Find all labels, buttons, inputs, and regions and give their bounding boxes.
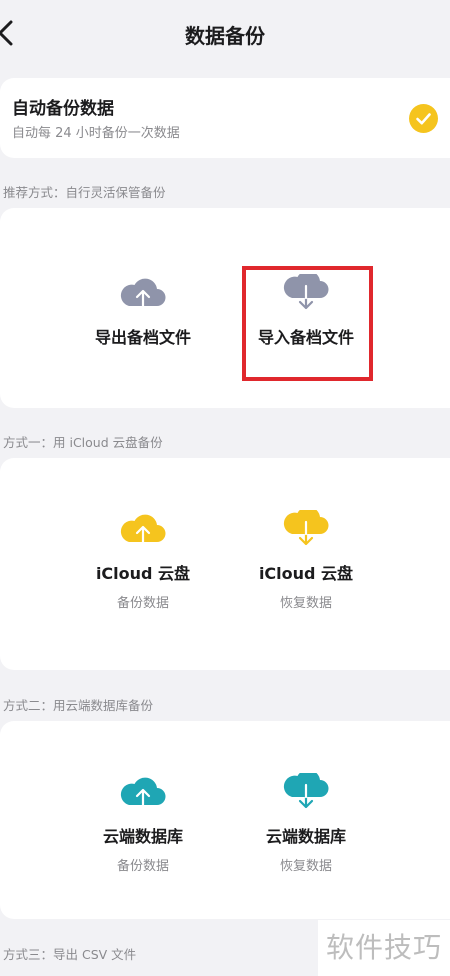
cloud-upload-icon (119, 274, 167, 314)
highlight-box (242, 266, 373, 381)
section-heading-csv: 方式三：导出 CSV 文件 (3, 947, 137, 962)
section-heading-cloud-database: 方式二：用云端数据库备份 (3, 698, 154, 713)
cloud-database-backup-option[interactable]: 云端数据库 备份数据 (73, 773, 213, 874)
option-sublabel: 恢复数据 (279, 596, 332, 611)
cloud-upload-icon (119, 510, 167, 550)
option-label: iCloud 云盘 (258, 564, 354, 583)
section-heading-recommended: 推荐方式：自行灵活保管备份 (3, 185, 166, 200)
cloud-download-icon (282, 510, 330, 550)
icloud-card: iCloud 云盘 备份数据 iCloud 云盘 恢复数据 (0, 458, 450, 670)
page-title: 数据备份 (185, 24, 265, 48)
cloud-upload-icon (119, 773, 167, 813)
auto-backup-card[interactable]: 自动备份数据 自动每 24 小时备份一次数据 (0, 78, 450, 158)
recommended-card: 导出备档文件 导入备档文件 (0, 208, 450, 408)
option-label: iCloud 云盘 (95, 564, 191, 583)
auto-backup-toggle[interactable] (409, 104, 438, 133)
option-sublabel: 备份数据 (116, 859, 169, 874)
cloud-database-restore-option[interactable]: 云端数据库 恢复数据 (236, 773, 376, 874)
auto-backup-title: 自动备份数据 (12, 99, 114, 119)
option-label: 导出备档文件 (94, 328, 191, 347)
auto-backup-subtitle: 自动每 24 小时备份一次数据 (12, 126, 180, 141)
option-sublabel: 备份数据 (116, 596, 169, 611)
icloud-backup-option[interactable]: iCloud 云盘 备份数据 (73, 510, 213, 611)
navigation-bar: 数据备份 (0, 0, 450, 62)
cloud-download-icon (282, 773, 330, 813)
watermark: 软件技巧 (318, 920, 450, 976)
option-label: 云端数据库 (265, 827, 346, 846)
export-backup-option[interactable]: 导出备档文件 (73, 274, 213, 348)
icloud-restore-option[interactable]: iCloud 云盘 恢复数据 (236, 510, 376, 611)
option-sublabel: 恢复数据 (279, 859, 332, 874)
cloud-database-card: 云端数据库 备份数据 云端数据库 恢复数据 (0, 721, 450, 919)
section-heading-icloud: 方式一：用 iCloud 云盘备份 (3, 435, 163, 450)
option-label: 云端数据库 (102, 827, 183, 846)
checkmark-icon (416, 113, 431, 125)
